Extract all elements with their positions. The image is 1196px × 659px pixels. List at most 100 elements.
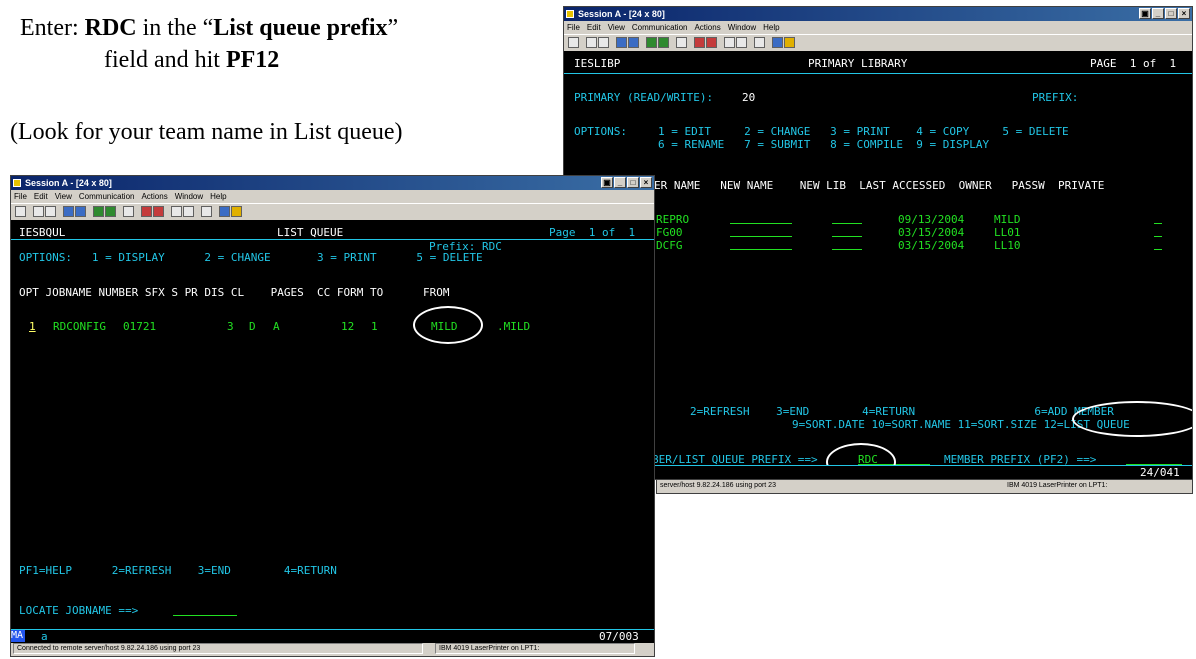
menu-actions[interactable]: Actions — [141, 192, 167, 201]
menu-file[interactable]: File — [567, 23, 580, 32]
class: A — [273, 320, 280, 333]
new-name-field[interactable] — [730, 223, 792, 224]
close-button[interactable]: × — [1178, 8, 1190, 19]
new-name-field[interactable] — [730, 249, 792, 250]
column-headers: ER NAME NEW NAME NEW LIB LAST ACCESSED O… — [654, 179, 1105, 192]
receive-icon[interactable] — [75, 206, 86, 217]
record-icon[interactable] — [141, 206, 152, 217]
connection-status-text: Connected to remote server/host 9.82.24.… — [17, 645, 201, 652]
job-number: 01721 — [123, 320, 157, 333]
primary-label: PRIMARY (READ/WRITE): — [574, 91, 714, 104]
copy-icon[interactable] — [586, 37, 597, 48]
menu-communication[interactable]: Communication — [79, 192, 135, 201]
session-icon[interactable] — [566, 10, 574, 18]
display-icon[interactable] — [93, 206, 104, 217]
keyboard-icon[interactable] — [105, 206, 116, 217]
screen-id: IESLIBP — [574, 57, 621, 70]
settings-icon[interactable] — [736, 37, 747, 48]
oia-bar: MA a 07/003 — [11, 629, 654, 643]
terminal-screen[interactable]: IESLIBP PRIMARY LIBRARY PAGE 1 of 1 PRIM… — [564, 51, 1192, 465]
private-field[interactable] — [1154, 223, 1162, 224]
send-icon[interactable] — [616, 37, 627, 48]
list-queue-prefix-label: BER/LIST QUEUE PREFIX ==> — [652, 453, 818, 465]
notepad-icon[interactable] — [201, 206, 212, 217]
jobname: RDCONFIG — [53, 320, 106, 333]
locate-jobname-field[interactable] — [173, 615, 237, 616]
private-field[interactable] — [1154, 236, 1162, 237]
menu-edit[interactable]: Edit — [34, 192, 48, 201]
cursor-position: 24/041 — [1140, 466, 1180, 479]
menu-file[interactable]: File — [14, 192, 27, 201]
last-accessed: 03/15/2004 — [898, 226, 965, 239]
last-accessed: 09/13/2004 — [898, 213, 965, 226]
globe-icon[interactable] — [772, 37, 783, 48]
maximize-button[interactable]: □ — [1165, 8, 1177, 19]
status-bar: server/host 9.82.24.186 using port 23 IB… — [656, 480, 1193, 494]
menu-edit[interactable]: Edit — [587, 23, 601, 32]
display-icon[interactable] — [646, 37, 657, 48]
close-button[interactable]: × — [640, 177, 652, 188]
new-lib-field[interactable] — [832, 236, 862, 237]
menu-help[interactable]: Help — [210, 192, 226, 201]
menu-view[interactable]: View — [55, 192, 72, 201]
pencil-icon[interactable] — [784, 37, 795, 48]
column-headers: OPT JOBNAME NUMBER SFX S PR DIS CL PAGES… — [19, 286, 450, 299]
settings-icon[interactable] — [183, 206, 194, 217]
instruction-line-1: Enter: RDC in the “List queue prefix” — [20, 15, 399, 41]
opt-field[interactable]: 1 — [29, 320, 36, 333]
title-bar[interactable]: Session A - [24 x 80] ▣ _ □ × — [564, 7, 1192, 21]
receive-icon[interactable] — [628, 37, 639, 48]
stop-icon[interactable] — [153, 206, 164, 217]
menu-bar: File Edit View Communication Actions Window He… — [11, 190, 654, 203]
header-divider — [11, 239, 654, 240]
paste-icon[interactable] — [45, 206, 56, 217]
oia-mode: MA — [11, 630, 25, 642]
print-icon[interactable] — [15, 206, 26, 217]
printer-status: IBM 4019 LaserPrinter on LPT1: — [435, 643, 635, 654]
menu-view[interactable]: View — [608, 23, 625, 32]
highlight-prefix-oval — [826, 443, 896, 465]
play-icon[interactable] — [724, 37, 735, 48]
menu-window[interactable]: Window — [175, 192, 203, 201]
macro-icon[interactable] — [676, 37, 687, 48]
session-icon[interactable] — [13, 179, 21, 187]
stop-icon[interactable] — [706, 37, 717, 48]
pf-keys-row-1: 2=REFRESH 3=END 4=RETURN 6=ADD MEMBER — [690, 405, 1114, 418]
screen-id: IESBQUL — [19, 226, 66, 239]
new-lib-field[interactable] — [832, 249, 862, 250]
restore-button[interactable]: ▣ — [601, 177, 613, 188]
copy-icon[interactable] — [33, 206, 44, 217]
private-field[interactable] — [1154, 249, 1162, 250]
send-icon[interactable] — [63, 206, 74, 217]
from-user: .MILD — [497, 320, 531, 333]
copy-count: 1 — [371, 320, 378, 333]
play-icon[interactable] — [171, 206, 182, 217]
restore-button[interactable]: ▣ — [1139, 8, 1151, 19]
options-row: OPTIONS: 1 = DISPLAY 2 = CHANGE 3 = PRIN… — [19, 251, 483, 264]
paste-icon[interactable] — [598, 37, 609, 48]
new-lib-field[interactable] — [832, 223, 862, 224]
maximize-button[interactable]: □ — [627, 177, 639, 188]
new-name-field[interactable] — [730, 236, 792, 237]
page-indicator: PAGE 1 of 1 — [1090, 57, 1177, 70]
menu-actions[interactable]: Actions — [694, 23, 720, 32]
record-icon[interactable] — [694, 37, 705, 48]
connection-status: server/host 9.82.24.186 using port 23 — [660, 482, 776, 489]
print-icon[interactable] — [568, 37, 579, 48]
minimize-button[interactable]: _ — [1152, 8, 1164, 19]
globe-icon[interactable] — [219, 206, 230, 217]
header-divider — [564, 73, 1192, 74]
menu-bar: File Edit View Communication Actions Window He… — [564, 21, 1192, 34]
keyboard-icon[interactable] — [658, 37, 669, 48]
terminal-screen[interactable]: IESBQUL LIST QUEUE Page 1 of 1 Prefix: R… — [11, 220, 654, 638]
notepad-icon[interactable] — [754, 37, 765, 48]
menu-window[interactable]: Window — [728, 23, 756, 32]
pencil-icon[interactable] — [231, 206, 242, 217]
minimize-button[interactable]: _ — [614, 177, 626, 188]
primary-value: 20 — [742, 91, 756, 104]
menu-communication[interactable]: Communication — [632, 23, 688, 32]
disposition: D — [249, 320, 256, 333]
macro-icon[interactable] — [123, 206, 134, 217]
title-bar[interactable]: Session A - [24 x 80] ▣ _ □ × — [11, 176, 654, 190]
menu-help[interactable]: Help — [763, 23, 779, 32]
